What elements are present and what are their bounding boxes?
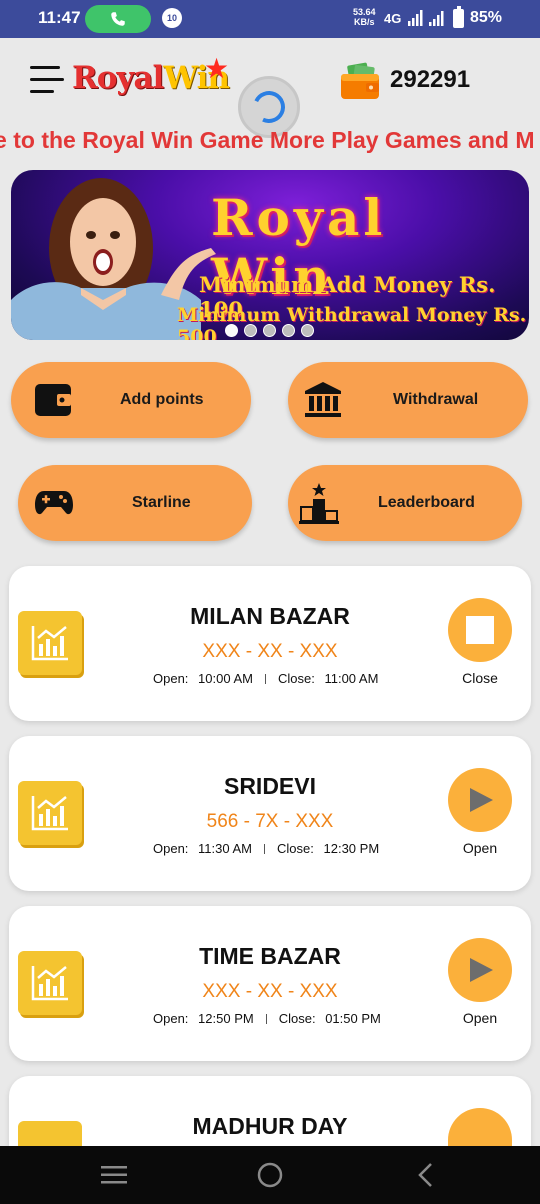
gamepad-icon: [35, 491, 73, 515]
podium-icon: [299, 483, 339, 524]
marquee-text: ne to the Royal Win Game More Play Games…: [0, 127, 535, 153]
carousel-dots[interactable]: [225, 324, 314, 337]
game-times: Open: 12:50 PM Close: 01:50 PM: [153, 1011, 381, 1026]
game-card-milan-bazar[interactable]: MILAN BAZAR XXX - XX - XXX Open: 10:00 A…: [9, 566, 531, 721]
game-times: Open: 11:30 AM Close: 12:30 PM: [153, 841, 379, 856]
carousel-dot[interactable]: [263, 324, 276, 337]
game-times: Open: 10:00 AM Close: 11:00 AM: [153, 671, 378, 686]
carousel-dot[interactable]: [225, 324, 238, 337]
carousel-dot[interactable]: [244, 324, 257, 337]
close-time: 11:00 AM: [324, 671, 379, 686]
game-closed-button[interactable]: [448, 598, 512, 662]
back-icon[interactable]: [416, 1162, 434, 1188]
wallet-balance: 292291: [390, 66, 471, 93]
game-card-madhur-day[interactable]: MADHUR DAY: [9, 1076, 531, 1146]
announcement-marquee: ne to the Royal Win Game More Play Games…: [0, 122, 540, 162]
play-button[interactable]: [448, 768, 512, 832]
close-time: 01:50 PM: [325, 1011, 381, 1026]
home-icon[interactable]: [257, 1162, 283, 1188]
network-type: 4G: [384, 11, 402, 26]
withdrawal-button[interactable]: Withdrawal: [288, 362, 528, 438]
game-card-time-bazar[interactable]: TIME BAZAR XXX - XX - XXX Open: 12:50 PM…: [9, 906, 531, 1061]
menu-icon[interactable]: [30, 66, 64, 94]
play-icon: [470, 958, 493, 982]
withdrawal-label: Withdrawal: [393, 391, 479, 408]
game-status: Open: [462, 840, 498, 856]
play-button[interactable]: [448, 938, 512, 1002]
open-time: 12:50 PM: [198, 1011, 254, 1026]
carousel-dot[interactable]: [301, 324, 314, 337]
leaderboard-label: Leaderboard: [378, 494, 475, 511]
signal-icon-2: [429, 11, 444, 26]
network-speed-value: 53.64: [353, 7, 376, 17]
battery-icon: [453, 6, 464, 28]
system-nav-bar: [0, 1146, 540, 1204]
open-time: 10:00 AM: [198, 671, 253, 686]
open-time: 11:30 AM: [198, 841, 253, 856]
battery-percent: 85%: [470, 9, 503, 26]
logo-royal: Royal: [72, 60, 164, 96]
add-points-button[interactable]: Add points: [11, 362, 251, 438]
starline-label: Starline: [132, 494, 191, 511]
starline-button[interactable]: Starline: [18, 465, 252, 541]
carousel-dot[interactable]: [282, 324, 295, 337]
game-status: Close: [462, 670, 498, 686]
stop-icon: [466, 616, 494, 644]
network-speed: 53.64 KB/s: [353, 7, 376, 27]
game-status: Open: [462, 1010, 498, 1026]
close-time: 12:30 PM: [323, 841, 380, 856]
network-speed-unit: KB/s: [354, 17, 375, 27]
logo-star-icon: ★: [204, 53, 230, 84]
open-label: Open:: [153, 841, 189, 856]
leaderboard-button[interactable]: Leaderboard: [288, 465, 522, 541]
close-label: Close:: [278, 1011, 316, 1026]
notification-count-icon: 10: [162, 8, 182, 28]
wallet-icon: [35, 384, 71, 416]
play-icon: [470, 788, 493, 812]
status-bar: 11:47 10 53.64 KB/s 4G 85%: [0, 0, 540, 38]
game-card-sridevi[interactable]: SRIDEVI 566 - 7X - XXX Open: 11:30 AM Clo…: [9, 736, 531, 891]
status-time: 11:47: [38, 8, 81, 27]
open-label: Open:: [153, 671, 189, 686]
recents-icon[interactable]: [101, 1166, 127, 1184]
open-label: Open:: [153, 1011, 189, 1026]
close-label: Close:: [277, 671, 315, 686]
wallet-icon[interactable]: [340, 62, 380, 100]
app-header: RoyalWin ★ 292291: [0, 38, 540, 138]
add-points-label: Add points: [120, 391, 204, 408]
signal-icon: [408, 10, 423, 26]
promo-banner[interactable]: Royal Win Minimum Add Money Rs. 100 Mini…: [11, 170, 529, 340]
bank-icon: [305, 382, 341, 417]
ongoing-call-icon[interactable]: [85, 5, 151, 33]
close-label: Close:: [277, 841, 314, 856]
